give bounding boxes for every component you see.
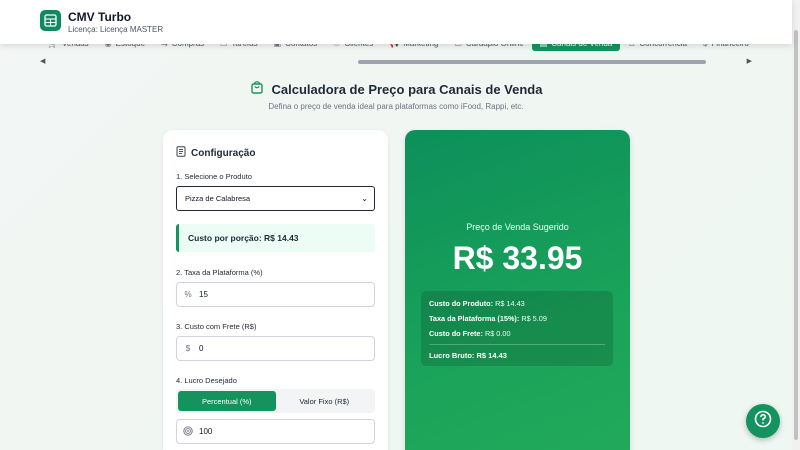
dollar-icon: $ [185,344,191,353]
chevron-down-icon: ⌄ [361,194,368,203]
config-header: Configuração [176,144,255,162]
shipping-label: 3. Custo com Frete (R$) [176,322,257,331]
cost-per-portion-box: Custo por porção: R$ 14.43 [176,224,375,252]
scrollbar-track[interactable] [50,60,742,64]
vertical-scrollbar[interactable] [792,0,800,450]
app-header: CMV Turbo Licença: Licença MASTER [0,0,792,44]
result-card: Preço de Venda Sugerido R$ 33.95 Custo d… [405,130,630,450]
gross-profit: Lucro Bruto: R$ 14.43 [429,351,507,360]
product-select[interactable]: Pizza de Calabresa ⌄ [176,186,375,211]
target-icon [177,425,199,438]
help-icon [754,410,772,433]
app-title: CMV Turbo [68,10,132,24]
profit-mode-percent-button[interactable]: Percentual (%) [178,391,276,411]
product-label: 1. Selecione o Produto [176,172,252,181]
page-title-row: Calculadora de Preço para Canais de Vend… [0,80,792,99]
breakdown-product-cost: Custo do Produto: R$ 14.43 [429,299,525,308]
platform-fee-label: 2. Taxa da Plataforma (%) [176,268,263,277]
profit-label: 4. Lucro Desejado [176,376,237,385]
page-subtitle: Defina o preço de venda ideal para plata… [268,102,524,111]
suggested-price-label: Preço de Venda Sugerido [466,222,569,232]
shipping-cost-input[interactable]: $ 0 [176,336,375,361]
platform-fee-value: 15 [199,290,208,299]
scroll-right-icon[interactable]: ▶ [747,57,752,65]
vertical-scrollbar-thumb[interactable] [794,30,798,440]
config-title: Configuração [191,147,256,159]
scroll-left-icon[interactable]: ◀ [40,57,45,65]
calculator-grid-icon [40,10,61,31]
license-text: Licença: Licença MASTER [68,25,164,34]
profit-mode-fixed-button[interactable]: Valor Fixo (R$) [276,391,374,411]
profit-value-input[interactable]: 100 [176,419,375,444]
profit-value: 100 [199,427,213,436]
shopping-bag-icon [250,80,264,99]
shipping-value: 0 [199,344,204,353]
platform-fee-input[interactable]: % 15 [176,282,375,307]
breakdown-shipping: Custo do Frete: R$ 0.00 [429,329,511,338]
breakdown-divider [429,344,605,345]
document-icon [176,144,186,162]
product-selected-value: Pizza de Calabresa [185,194,251,203]
cost-breakdown: Custo do Produto: R$ 14.43 Taxa da Plata… [421,291,613,366]
cost-per-portion-text: Custo por porção: R$ 14.43 [188,233,299,243]
profit-mode-toggle: Percentual (%) Valor Fixo (R$) [176,389,375,413]
page-title: Calculadora de Preço para Canais de Vend… [271,82,543,97]
scrollbar-thumb[interactable] [358,60,706,64]
help-button[interactable] [746,404,780,438]
breakdown-platform-fee: Taxa da Plataforma (15%): R$ 5.09 [429,314,547,323]
suggested-price-value: R$ 33.95 [452,240,583,276]
percent-icon: % [184,290,192,299]
config-card: Configuração 1. Selecione o Produto Pizz… [163,130,388,450]
horizontal-scrollbar[interactable]: ◀ ▶ [40,57,752,67]
